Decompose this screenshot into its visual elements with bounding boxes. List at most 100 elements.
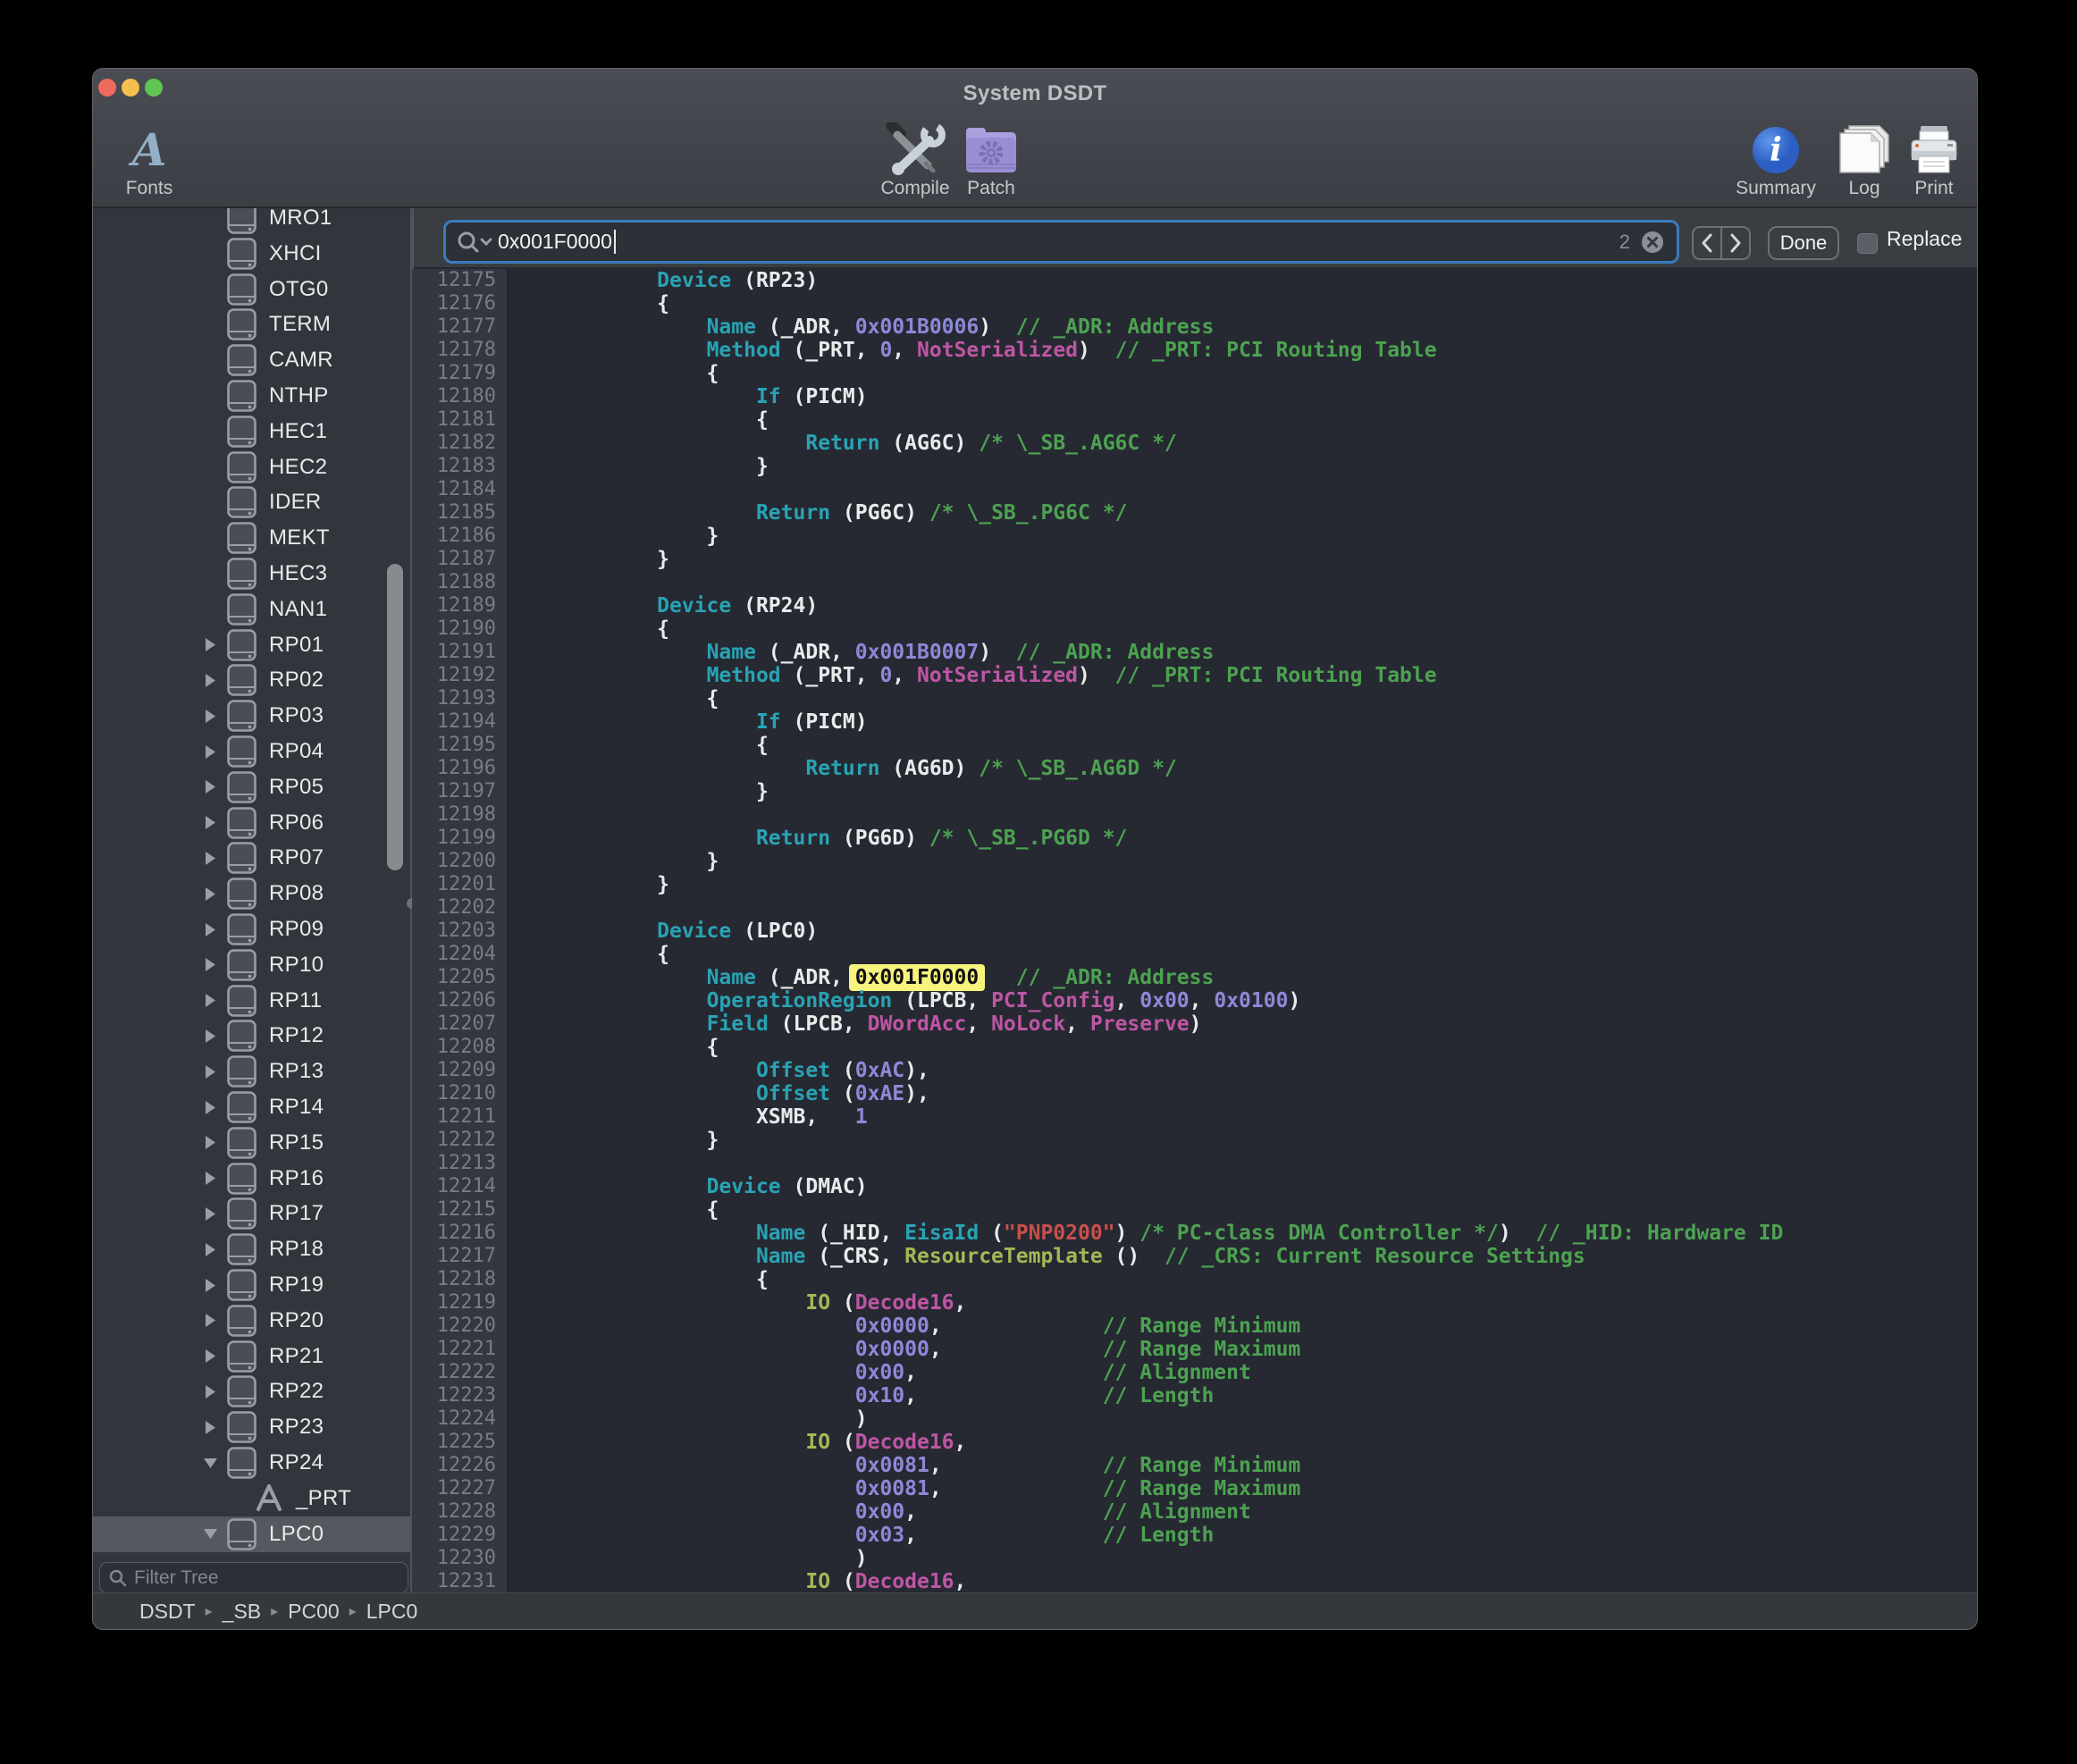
sidebar-item-rp16[interactable]: RP16 (93, 1161, 412, 1197)
disclosure-right-icon[interactable] (202, 1028, 218, 1044)
sidebar-item-nan1[interactable]: NAN1 (93, 592, 412, 627)
disclosure-right-icon[interactable] (202, 1063, 218, 1079)
code-editor[interactable]: 12175 Device (RP23)12176 {12177 Name (_A… (412, 269, 1977, 1592)
disclosure-right-icon[interactable] (202, 886, 218, 902)
breadcrumb-separator-icon: ▸ (271, 1602, 278, 1620)
sidebar-item-rp18[interactable]: RP18 (93, 1231, 412, 1267)
disclosure-right-icon[interactable] (202, 957, 218, 973)
sidebar-item-term[interactable]: TERM (93, 307, 412, 342)
disclosure-right-icon[interactable] (202, 1313, 218, 1329)
sidebar-item-rp02[interactable]: RP02 (93, 662, 412, 698)
sidebar-item-camr[interactable]: CAMR (93, 342, 412, 378)
summary-button[interactable]: i Summary (1721, 117, 1830, 206)
sidebar-item-hec3[interactable]: HEC3 (93, 556, 412, 592)
breadcrumb-item-_sb[interactable]: _SB (223, 1600, 261, 1624)
sidebar-item-rp24[interactable]: RP24 (93, 1445, 412, 1481)
sidebar-item-rp19[interactable]: RP19 (93, 1267, 412, 1303)
sidebar-scrollbar[interactable] (387, 564, 403, 870)
sidebar-item-hec1[interactable]: HEC1 (93, 414, 412, 449)
sidebar-item-rp08[interactable]: RP08 (93, 876, 412, 911)
disclosure-right-icon[interactable] (202, 1383, 218, 1399)
line-number: 12179 (412, 362, 509, 385)
disclosure-right-icon[interactable] (202, 743, 218, 760)
sidebar-item-lpc0[interactable]: LPC0 (93, 1516, 412, 1552)
filter-tree-input[interactable]: Filter Tree (99, 1562, 408, 1593)
replace-checkbox[interactable] (1857, 233, 1878, 254)
line-number: 12182 (412, 432, 509, 455)
find-previous-button[interactable] (1694, 228, 1722, 258)
line-number: 12202 (412, 896, 509, 920)
disclosure-right-icon[interactable] (202, 672, 218, 688)
sidebar-item-rp10[interactable]: RP10 (93, 947, 412, 983)
disclosure-right-icon[interactable] (202, 1348, 218, 1365)
device-tree[interactable]: MRO1XHCIOTG0TERMCAMRNTHPHEC1HEC2IDERMEKT… (93, 208, 412, 1558)
clear-search-icon[interactable] (1641, 231, 1664, 254)
sidebar-item-rp22[interactable]: RP22 (93, 1373, 412, 1409)
disclosure-right-icon[interactable] (202, 708, 218, 724)
disclosure-right-icon[interactable] (202, 1135, 218, 1151)
sidebar-item-mro1[interactable]: MRO1 (93, 208, 412, 236)
disclosure-right-icon[interactable] (202, 1419, 218, 1435)
sidebar-item-rp01[interactable]: RP01 (93, 627, 412, 663)
disclosure-right-icon[interactable] (202, 1171, 218, 1187)
sidebar-item-xhci[interactable]: XHCI (93, 236, 412, 272)
sidebar-item-mekt[interactable]: MEKT (93, 520, 412, 556)
breadcrumb-item-pc00[interactable]: PC00 (288, 1600, 340, 1624)
search-input[interactable]: 0x001F0000 2 (446, 223, 1677, 261)
disclosure-right-icon[interactable] (202, 921, 218, 937)
sidebar-item-hec2[interactable]: HEC2 (93, 449, 412, 485)
disclosure-right-icon[interactable] (202, 1241, 218, 1257)
disclosure-right-icon[interactable] (202, 1205, 218, 1222)
sidebar-item-rp05[interactable]: RP05 (93, 769, 412, 805)
done-button[interactable]: Done (1768, 226, 1839, 260)
find-next-button[interactable] (1722, 228, 1749, 258)
code-line: 12223 0x10, // Length (412, 1384, 1977, 1407)
code-line: 12183 } (412, 455, 1977, 478)
sidebar-item-rp12[interactable]: RP12 (93, 1018, 412, 1054)
disclosure-right-icon[interactable] (202, 1099, 218, 1115)
sidebar-item-rp23[interactable]: RP23 (93, 1409, 412, 1445)
log-button[interactable]: Log (1830, 117, 1898, 206)
sidebar-item-rp13[interactable]: RP13 (93, 1054, 412, 1089)
sidebar-item-rp21[interactable]: RP21 (93, 1339, 412, 1374)
breadcrumb-item-lpc0[interactable]: LPC0 (366, 1600, 418, 1624)
sidebar-item-rp20[interactable]: RP20 (93, 1303, 412, 1339)
sidebar-item-otg0[interactable]: OTG0 (93, 272, 412, 307)
sidebar-item-_prt[interactable]: _PRT (93, 1481, 412, 1516)
sidebar-item-ider[interactable]: IDER (93, 484, 412, 520)
search-result-count: 2 (1619, 231, 1630, 254)
sidebar-item-rp17[interactable]: RP17 (93, 1196, 412, 1231)
sidebar-item-rp06[interactable]: RP06 (93, 805, 412, 841)
breadcrumb-item-dsdt[interactable]: DSDT (139, 1600, 196, 1624)
code-line: 12199 Return (PG6D) /* \_SB_.PG6D */ (412, 827, 1977, 850)
line-number: 12197 (412, 780, 509, 803)
disclosure-right-icon[interactable] (202, 1277, 218, 1293)
search-menu-icon[interactable] (457, 231, 492, 254)
sidebar-item-rp14[interactable]: RP14 (93, 1089, 412, 1125)
disclosure-down-icon[interactable] (202, 1455, 218, 1471)
sidebar-item-rp15[interactable]: RP15 (93, 1125, 412, 1161)
replace-label: Replace (1887, 208, 1962, 269)
disclosure-down-icon[interactable] (202, 1526, 218, 1542)
text-caret (614, 230, 616, 254)
sidebar-item-rp04[interactable]: RP04 (93, 734, 412, 769)
sidebar-item-rp11[interactable]: RP11 (93, 983, 412, 1019)
disclosure-right-icon[interactable] (202, 993, 218, 1009)
sidebar-item-nthp[interactable]: NTHP (93, 378, 412, 414)
sidebar-item-rp03[interactable]: RP03 (93, 698, 412, 734)
disclosure-right-icon[interactable] (202, 779, 218, 795)
disclosure-right-icon[interactable] (202, 850, 218, 866)
device-icon (227, 1305, 256, 1337)
print-button[interactable]: Print (1898, 117, 1970, 206)
fonts-button[interactable]: A Fonts (100, 117, 198, 206)
fonts-label: Fonts (126, 178, 173, 199)
patch-button[interactable]: Patch (946, 117, 1036, 206)
disclosure-right-icon[interactable] (202, 815, 218, 831)
code-line: 12189 Device (RP24) (412, 594, 1977, 617)
sidebar-item-rp07[interactable]: RP07 (93, 840, 412, 876)
disclosure-right-icon[interactable] (202, 637, 218, 653)
breadcrumb-separator-icon: ▸ (349, 1602, 357, 1620)
sidebar-item-label: LPC0 (269, 1522, 324, 1547)
titlebar[interactable]: System DSDT (93, 69, 1977, 117)
sidebar-item-rp09[interactable]: RP09 (93, 911, 412, 947)
